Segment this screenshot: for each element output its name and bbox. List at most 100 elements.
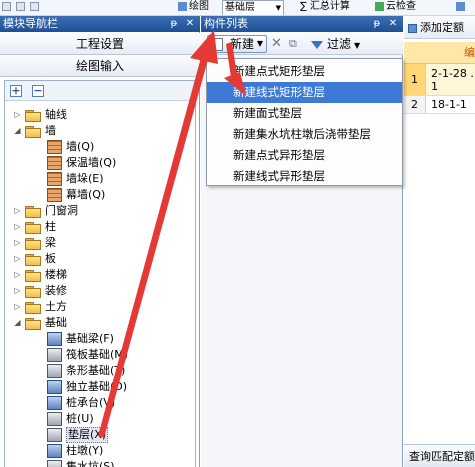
add-quota-button[interactable]: 添加定额: [420, 21, 464, 34]
project-settings-button[interactable]: 工程设置: [0, 33, 200, 55]
tree-folder-item[interactable]: ▷ 装修: [5, 283, 195, 299]
open-file-icon[interactable]: [16, 1, 26, 11]
tree-folder-item[interactable]: ▷ 门窗洞: [5, 203, 195, 219]
tree-folder-item[interactable]: ▷ 楼梯: [5, 267, 195, 283]
tree-item-label: 墙垛(E): [66, 172, 104, 185]
pin-icon[interactable]: ᵽ: [168, 16, 180, 32]
tree-leaf-item[interactable]: 桩(U): [5, 411, 195, 427]
menu-item[interactable]: 新建线式异形垫层: [207, 166, 402, 187]
filter-button[interactable]: 过滤 ▼: [311, 35, 360, 53]
copy-icon[interactable]: ⧉: [289, 35, 297, 53]
expand-arrow-icon[interactable]: ▷: [13, 267, 22, 283]
new-document-icon: [212, 38, 223, 51]
tree-leaf-item[interactable]: 墙(Q): [5, 139, 195, 155]
tree-item-label: 楼梯: [45, 268, 67, 281]
delete-icon[interactable]: ✕: [271, 35, 282, 53]
tree-item-label: 集水坑(S): [66, 460, 115, 467]
folder-icon: [25, 222, 41, 234]
tree-item-label: 幕墙(Q): [66, 188, 106, 201]
tree-leaf-item[interactable]: 垫层(X): [5, 427, 195, 443]
pin-icon[interactable]: ᵽ: [371, 16, 383, 32]
tree-folder-item[interactable]: ▷ 柱: [5, 219, 195, 235]
tree-item-label: 梁: [45, 236, 56, 249]
sump-icon: [47, 460, 62, 467]
tree-item-label: 保温墙(Q): [66, 156, 117, 169]
collapse-arrow-icon[interactable]: ◢: [13, 123, 22, 139]
collapse-all-icon[interactable]: −: [32, 85, 44, 97]
isolated-foundation-icon: [47, 380, 62, 394]
table-row[interactable]: 2 18-1-1: [404, 96, 475, 114]
expand-arrow-icon[interactable]: ▷: [13, 203, 22, 219]
tree-folder-item[interactable]: ◢ 基础: [5, 315, 195, 331]
tree-item-label: 柱: [45, 220, 56, 233]
expand-arrow-icon[interactable]: ▷: [13, 251, 22, 267]
tree-item-label: 垫层(X): [66, 427, 109, 443]
close-icon[interactable]: ✕: [184, 16, 196, 32]
tree-item-label: 独立基础(D): [66, 380, 128, 393]
tree-toolbar: + −: [5, 81, 195, 101]
new-file-icon[interactable]: [2, 1, 11, 11]
menu-item[interactable]: 新建面式垫层: [207, 103, 402, 124]
toolbar-draw[interactable]: 绘图: [178, 0, 209, 15]
tree-folder-item[interactable]: ▷ 梁: [5, 235, 195, 251]
expand-arrow-icon[interactable]: ▷: [13, 283, 22, 299]
menu-item[interactable]: 新建集水坑柱墩后浇带垫层: [207, 124, 402, 145]
folder-icon: [25, 110, 41, 122]
expand-arrow-icon[interactable]: ▷: [13, 107, 22, 123]
new-component-menu: 新建点式矩形垫层 新建线式矩形垫层 新建面式垫层 新建集水坑柱墩后浇带垫层 新建点式异形…: [206, 58, 403, 186]
nav-header: 模块导航栏 ᵽ ✕: [0, 16, 200, 32]
tree-leaf-item[interactable]: 墙垛(E): [5, 171, 195, 187]
pile-cap-icon: [47, 396, 62, 410]
table-row[interactable]: 1 2-1-28 .1: [404, 64, 475, 96]
close-icon[interactable]: ✕: [387, 16, 399, 32]
tree-leaf-item[interactable]: 基础梁(F): [5, 331, 195, 347]
tree-leaf-item[interactable]: 幕墙(Q): [5, 187, 195, 203]
insulation-wall-icon: [47, 156, 62, 170]
collapse-arrow-icon[interactable]: ◢: [13, 315, 22, 331]
menu-item[interactable]: 新建点式异形垫层: [207, 145, 402, 166]
menu-item[interactable]: 新建线式矩形垫层: [207, 82, 402, 103]
tree-leaf-item[interactable]: 保温墙(Q): [5, 155, 195, 171]
filter-icon: [311, 40, 323, 49]
save-file-icon[interactable]: [30, 1, 40, 11]
tree-leaf-item[interactable]: 筏板基础(M): [5, 347, 195, 363]
query-matching-quota-button[interactable]: 查询匹配定额: [404, 444, 475, 467]
tree-folder-item[interactable]: ◢ 墙: [5, 123, 195, 139]
menu-item[interactable]: 新建点式矩形垫层: [207, 61, 402, 82]
folder-icon: [25, 254, 41, 266]
quota-panel: 添加定额 编 1 2-1-28 .1 2 18-1-1 查询匹配定额: [404, 16, 475, 467]
tree-folder-item[interactable]: ▷ 土方: [5, 299, 195, 315]
tree-leaf-item[interactable]: 柱墩(Y): [5, 443, 195, 459]
layer-select[interactable]: 基础层 ▼: [222, 0, 284, 15]
grid-header: 编: [404, 42, 475, 64]
wall-pier-icon: [47, 172, 62, 186]
tree-item-label: 轴线: [45, 108, 67, 121]
toolbar-sum-calc[interactable]: ∑ 汇总计算: [300, 0, 350, 15]
chevron-down-icon: ▼: [256, 39, 263, 48]
tree-leaf-item[interactable]: 条形基础(T): [5, 363, 195, 379]
expand-arrow-icon[interactable]: ▷: [13, 299, 22, 315]
tree-folder-item[interactable]: ▷ 板: [5, 251, 195, 267]
row-code: 18-1-1: [431, 98, 467, 111]
toolbar-cloud-check[interactable]: 云检查: [375, 0, 416, 15]
expand-arrow-icon[interactable]: ▷: [13, 235, 22, 251]
pile-icon: [47, 412, 62, 426]
expand-all-icon[interactable]: +: [10, 85, 22, 97]
chevron-down-icon: ▼: [354, 41, 361, 50]
new-component-button[interactable]: 新建 ▼: [207, 35, 267, 53]
module-tree: + − ▷ 轴线 ◢ 墙墙(Q) 保温墙(Q) 墙垛(E) 幕墙(Q) ▷ 门窗洞 ▷ 柱 ▷ 梁 ▷ 板 ▷…: [4, 80, 196, 467]
toolbar-more[interactable]: [456, 0, 467, 15]
tree-item-label: 基础梁(F): [66, 332, 114, 345]
top-toolbar: 绘图 基础层 ▼ ∑ 汇总计算 云检查: [0, 0, 475, 16]
tree-leaf-item[interactable]: 集水坑(S): [5, 459, 195, 467]
complist-title: 构件列表: [204, 17, 248, 30]
drawing-input-button[interactable]: 绘图输入: [0, 55, 200, 77]
tree-leaf-item[interactable]: 独立基础(D): [5, 379, 195, 395]
tree-leaf-item[interactable]: 桩承台(V): [5, 395, 195, 411]
tree-item-label: 基础: [45, 316, 67, 329]
tree-folder-item[interactable]: ▷ 轴线: [5, 107, 195, 123]
foundation-beam-icon: [47, 332, 62, 346]
tree-item-label: 墙: [45, 124, 56, 137]
quota-toolbar: 添加定额: [404, 16, 475, 39]
expand-arrow-icon[interactable]: ▷: [13, 219, 22, 235]
